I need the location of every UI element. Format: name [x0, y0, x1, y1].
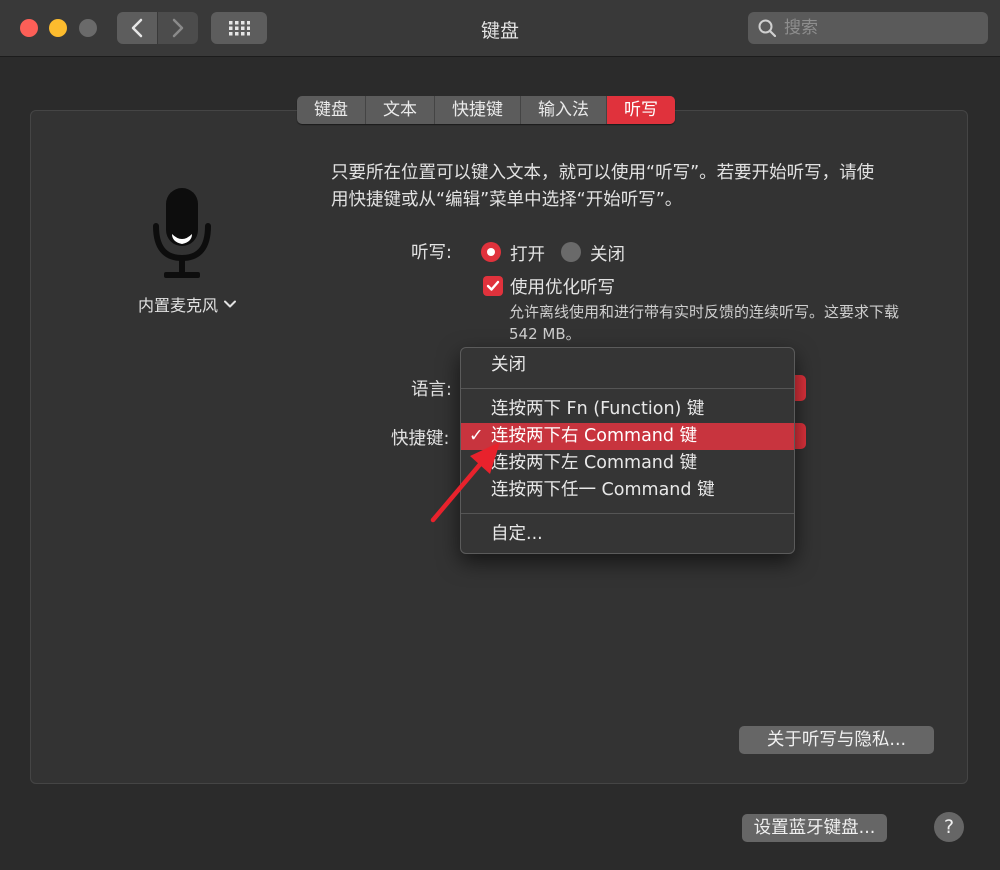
search-input[interactable] — [782, 17, 976, 39]
menu-item-fn-key[interactable]: 连按两下 Fn (Function) 键 — [461, 396, 794, 423]
title-bar: 键盘 — [0, 0, 1000, 57]
microphone-icon — [150, 186, 214, 282]
enhanced-dictation-description: 允许离线使用和进行带有实时反馈的连续听写。这要求下载 542 MB。 — [509, 303, 900, 343]
dictation-off-label[interactable]: 关闭 — [590, 241, 625, 266]
enhanced-dictation-checkbox[interactable] — [483, 276, 503, 296]
tab-text[interactable]: 文本 — [366, 96, 435, 124]
menu-item-right-command-label: 连按两下右 Command 键 — [491, 426, 698, 446]
about-dictation-privacy-button[interactable]: 关于听写与隐私... — [739, 726, 934, 754]
dictation-on-radio[interactable] — [481, 242, 501, 262]
tab-shortcuts[interactable]: 快捷键 — [435, 96, 521, 124]
checkmark-icon — [486, 280, 500, 291]
dictation-on-label[interactable]: 打开 — [510, 241, 545, 266]
menu-separator — [461, 388, 794, 389]
tab-dictation[interactable]: 听写 — [607, 96, 675, 124]
setup-bluetooth-keyboard-button[interactable]: 设置蓝牙键盘... — [742, 814, 887, 842]
tab-bar: 键盘 文本 快捷键 输入法 听写 — [297, 96, 675, 124]
dictation-label: 听写: — [411, 243, 452, 263]
search-field[interactable] — [748, 12, 988, 44]
tab-keyboard[interactable]: 键盘 — [297, 96, 366, 124]
dictation-off-radio[interactable] — [561, 242, 581, 262]
chevron-down-icon — [224, 300, 237, 308]
dictation-description: 只要所在位置可以键入文本，就可以使用“听写”。若要开始听写，请使用快捷键或从“编… — [331, 163, 875, 210]
microphone-label: 内置麦克风 — [138, 296, 219, 315]
microphone-selector[interactable]: 内置麦克风 — [138, 292, 237, 316]
search-icon — [758, 19, 776, 37]
help-button[interactable]: ? — [934, 812, 964, 842]
menu-item-off[interactable]: 关闭 — [461, 352, 794, 379]
language-label: 语言: — [411, 380, 452, 400]
enhanced-dictation-label[interactable]: 使用优化听写 — [510, 274, 615, 299]
annotation-arrow-icon — [430, 442, 500, 523]
tab-input-sources[interactable]: 输入法 — [521, 96, 607, 124]
